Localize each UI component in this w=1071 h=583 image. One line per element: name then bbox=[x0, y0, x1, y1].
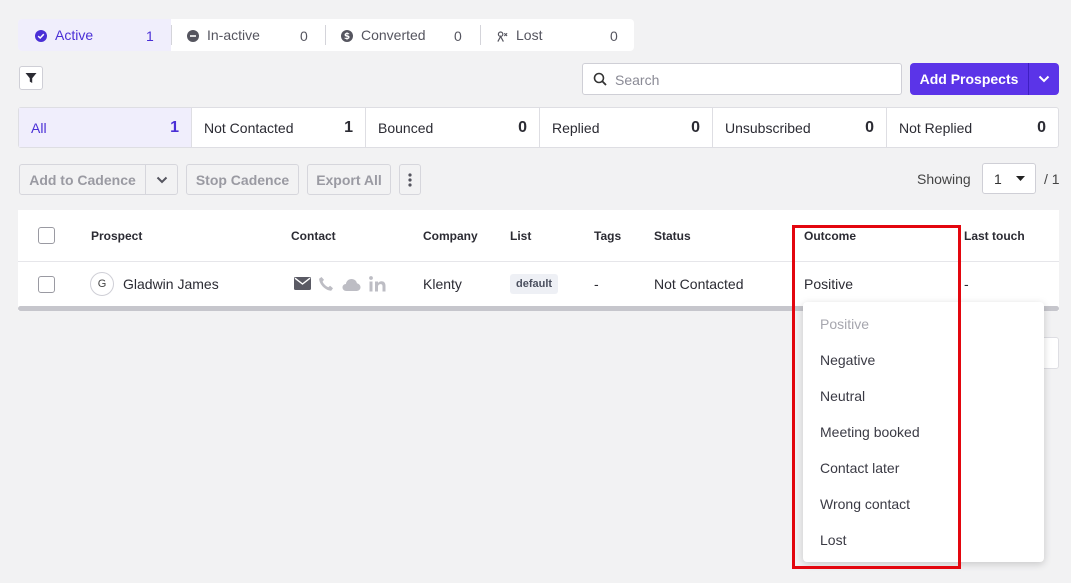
column-header-last-touch: Last touch bbox=[964, 229, 1025, 243]
lost-icon bbox=[496, 30, 508, 42]
tab-inactive[interactable]: In-active 0 bbox=[171, 19, 325, 51]
prospects-table: Prospect Contact Company List Tags Statu… bbox=[18, 210, 1059, 311]
dollar-circle-icon: $ bbox=[341, 30, 353, 42]
column-header-tags: Tags bbox=[594, 229, 622, 243]
phone-icon[interactable] bbox=[318, 276, 334, 292]
status-filter-label: All bbox=[31, 120, 47, 136]
column-header-status: Status bbox=[654, 229, 691, 243]
status-filter-label: Bounced bbox=[378, 120, 434, 136]
tab-active[interactable]: Active 1 bbox=[18, 19, 171, 51]
header-divider bbox=[18, 261, 1059, 262]
check-circle-icon bbox=[35, 30, 47, 42]
search-box[interactable] bbox=[582, 63, 902, 95]
export-all-button[interactable]: Export All bbox=[307, 164, 391, 195]
more-actions-button[interactable] bbox=[399, 164, 421, 195]
filter-button[interactable] bbox=[19, 66, 43, 90]
add-prospects-dropdown-button[interactable] bbox=[1029, 63, 1059, 95]
tags-cell: - bbox=[594, 276, 599, 292]
search-input[interactable] bbox=[615, 70, 895, 90]
tab-active-count: 1 bbox=[146, 28, 154, 44]
svg-text:$: $ bbox=[344, 32, 350, 42]
tab-inactive-label: In-active bbox=[207, 27, 260, 43]
linkedin-icon[interactable] bbox=[369, 276, 386, 292]
status-filter-all[interactable]: All 1 bbox=[19, 108, 192, 147]
status-filter-label: Not Contacted bbox=[204, 120, 294, 136]
add-to-cadence-button[interactable]: Add to Cadence bbox=[19, 164, 146, 195]
status-filter-label: Replied bbox=[552, 120, 600, 136]
status-filter-count: 1 bbox=[344, 119, 353, 136]
tab-lost[interactable]: Lost 0 bbox=[480, 19, 634, 51]
showing-label: Showing bbox=[917, 171, 971, 187]
status-filter-label: Not Replied bbox=[899, 120, 973, 136]
add-to-cadence-dropdown-button[interactable] bbox=[145, 164, 178, 195]
column-header-list: List bbox=[510, 229, 532, 243]
outcome-option-wrong-contact[interactable]: Wrong contact bbox=[820, 496, 910, 512]
status-filter-count: 0 bbox=[1037, 119, 1046, 136]
cloud-icon[interactable] bbox=[342, 278, 361, 291]
tab-lost-label: Lost bbox=[516, 27, 543, 43]
list-badge: default bbox=[510, 274, 559, 294]
add-prospects-button[interactable]: Add Prospects bbox=[910, 63, 1028, 95]
column-header-prospect[interactable]: Prospect bbox=[91, 229, 142, 243]
last-touch-cell: - bbox=[964, 276, 969, 292]
row-checkbox[interactable] bbox=[38, 276, 55, 293]
outcome-option-positive: Positive bbox=[820, 316, 870, 332]
status-filter-count: 0 bbox=[865, 119, 874, 136]
caret-down-icon bbox=[1016, 176, 1025, 181]
tab-active-label: Active bbox=[55, 27, 94, 43]
outcome-option-negative[interactable]: Negative bbox=[820, 352, 875, 368]
outcome-dropdown-menu: Positive Negative Neutral Meeting booked… bbox=[803, 302, 1044, 562]
status-filter-unsubscribed[interactable]: Unsubscribed 0 bbox=[713, 108, 887, 147]
status-filter-bar: All 1 Not Contacted 1 Bounced 0 Replied … bbox=[18, 107, 1059, 148]
page-select-value: 1 bbox=[994, 171, 1002, 187]
tab-converted-count: 0 bbox=[454, 28, 462, 44]
company-cell: Klenty bbox=[423, 276, 462, 292]
avatar: G bbox=[90, 272, 114, 296]
outcome-option-meeting-booked[interactable]: Meeting booked bbox=[820, 424, 920, 440]
status-filter-not-replied[interactable]: Not Replied 0 bbox=[887, 108, 1058, 147]
status-filter-count: 1 bbox=[170, 119, 179, 136]
chevron-down-icon bbox=[1038, 75, 1050, 83]
page-select[interactable]: 1 bbox=[982, 163, 1036, 194]
search-icon bbox=[593, 72, 607, 86]
status-filter-count: 0 bbox=[518, 119, 527, 136]
filter-icon bbox=[25, 72, 37, 84]
tab-converted-label: Converted bbox=[361, 27, 426, 43]
status-filter-label: Unsubscribed bbox=[725, 120, 811, 136]
status-cell: Not Contacted bbox=[654, 276, 744, 292]
column-header-outcome: Outcome bbox=[804, 229, 857, 243]
status-filter-not-contacted[interactable]: Not Contacted 1 bbox=[192, 108, 366, 147]
stop-cadence-button[interactable]: Stop Cadence bbox=[186, 164, 299, 195]
outcome-option-neutral[interactable]: Neutral bbox=[820, 388, 865, 404]
chevron-down-icon bbox=[156, 176, 168, 184]
more-vertical-icon bbox=[408, 172, 412, 187]
outcome-option-lost[interactable]: Lost bbox=[820, 532, 846, 548]
add-prospects-split-button: Add Prospects bbox=[910, 63, 1059, 95]
tab-inactive-count: 0 bbox=[300, 28, 308, 44]
prospect-name-link[interactable]: Gladwin James bbox=[123, 276, 219, 292]
email-icon[interactable] bbox=[294, 277, 311, 290]
column-header-contact: Contact bbox=[291, 229, 336, 243]
tab-converted[interactable]: $ Converted 0 bbox=[325, 19, 480, 51]
outcome-option-contact-later[interactable]: Contact later bbox=[820, 460, 899, 476]
outcome-select[interactable]: Positive bbox=[804, 276, 853, 292]
page-total: / 1 bbox=[1044, 171, 1060, 187]
status-filter-replied[interactable]: Replied 0 bbox=[540, 108, 713, 147]
prospect-state-tabs: Active 1 In-active 0 $ Converted 0 Lost … bbox=[18, 19, 634, 51]
tab-lost-count: 0 bbox=[610, 28, 618, 44]
status-filter-bounced[interactable]: Bounced 0 bbox=[366, 108, 540, 147]
minus-circle-icon bbox=[187, 30, 199, 42]
select-all-checkbox[interactable] bbox=[38, 227, 55, 244]
column-header-company[interactable]: Company bbox=[423, 229, 478, 243]
status-filter-count: 0 bbox=[691, 119, 700, 136]
